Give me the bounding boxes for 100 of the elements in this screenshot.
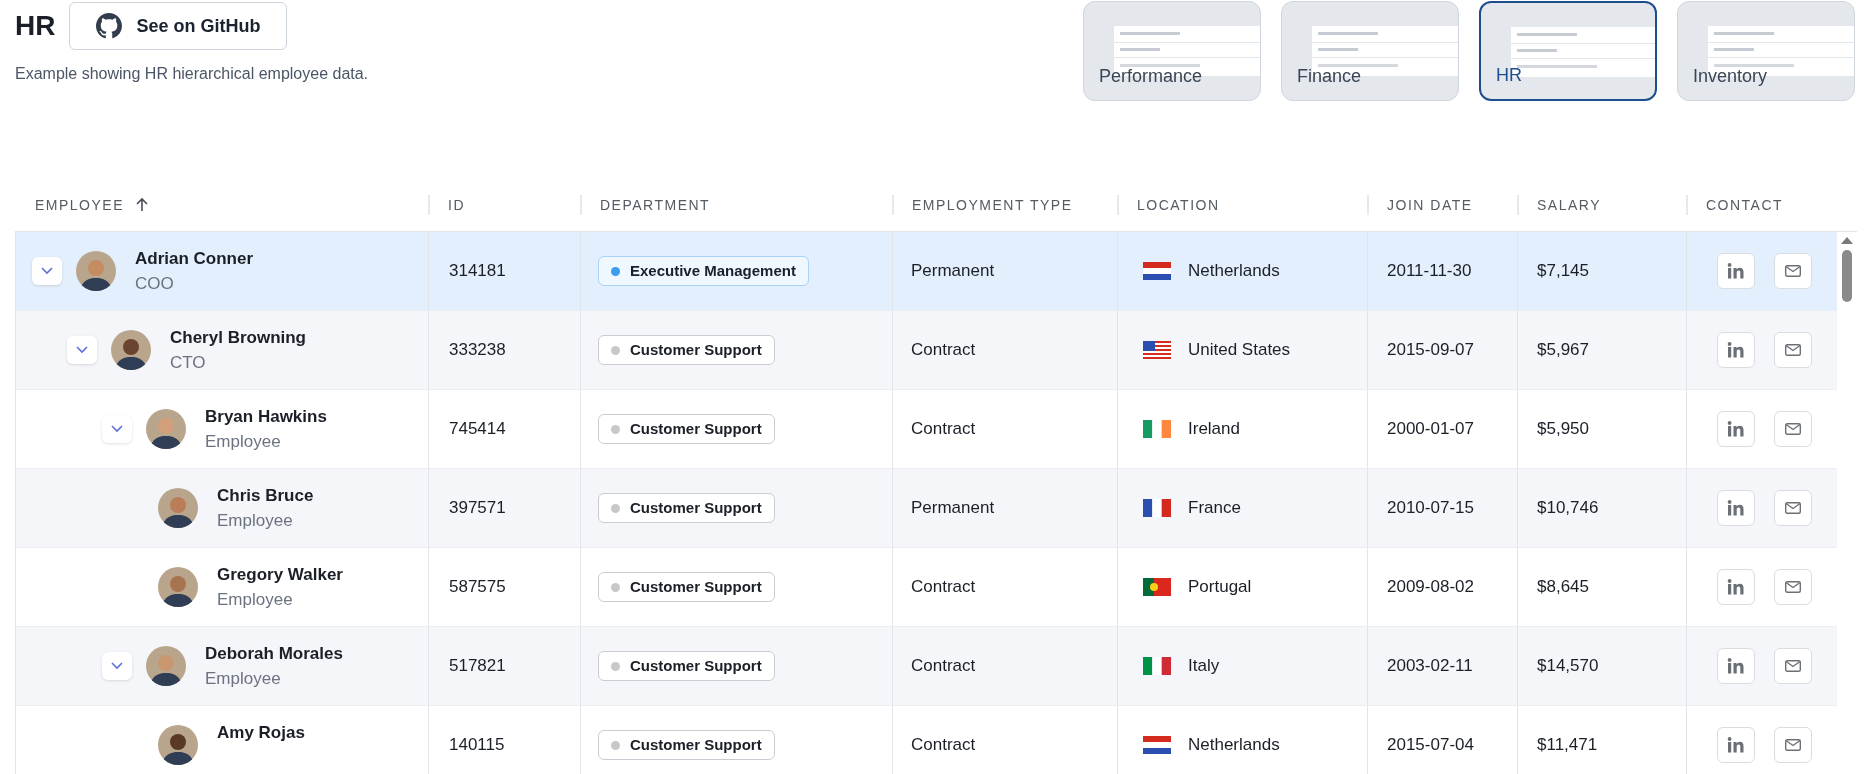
example-thumbnail[interactable]: Performance: [1083, 1, 1261, 101]
chevron-icon: [111, 662, 123, 670]
column-header[interactable]: EMPLOYMENT TYPE: [892, 194, 1073, 216]
avatar: [146, 409, 186, 449]
table-cell-text: Contract: [911, 576, 976, 599]
table-cell-text: Permanent: [911, 260, 995, 283]
table-cell-text: 2003-02-11: [1387, 655, 1473, 678]
linkedin-icon: [1727, 579, 1745, 595]
email-button[interactable]: [1774, 411, 1812, 447]
table-cell-text: 314181: [449, 260, 506, 283]
flag-icon: [1143, 578, 1171, 596]
avatar: [158, 567, 198, 607]
employee-name: Amy Rojas: [217, 722, 305, 744]
page-title: HR: [15, 9, 56, 43]
table-cell-text: 745414: [449, 418, 506, 441]
department-label: Customer Support: [630, 576, 762, 597]
country-name: Netherlands: [1188, 260, 1280, 283]
linkedin-button[interactable]: [1717, 411, 1755, 447]
linkedin-icon: [1727, 500, 1745, 516]
mail-icon: [1785, 423, 1801, 435]
employee-name: Cheryl Browning: [170, 327, 306, 349]
employee-name: Deborah Morales: [205, 643, 343, 665]
table-cell-text: 2000-01-07: [1387, 418, 1474, 441]
table-cell-text: 2011-11-30: [1387, 260, 1472, 283]
employee-role: Employee: [217, 510, 294, 532]
mail-icon: [1785, 660, 1801, 672]
linkedin-button[interactable]: [1717, 253, 1755, 289]
column-header[interactable]: DEPARTMENT: [580, 194, 711, 216]
department-label: Customer Support: [630, 339, 762, 360]
table-row[interactable]: Chris Bruce Employee 397571 Customer Support Permanent France 2010-07-15 $10,746: [16, 469, 1837, 548]
employee-role: CTO: [170, 352, 207, 374]
linkedin-button[interactable]: [1717, 727, 1755, 763]
mail-icon: [1785, 581, 1801, 593]
avatar: [76, 251, 116, 291]
avatar: [158, 725, 198, 765]
table-row[interactable]: Gregory Walker Employee 587575 Customer Support Contract Portugal 2009-08-02 $8,645: [16, 548, 1837, 627]
flag-icon: [1143, 499, 1171, 517]
country-name: France: [1188, 497, 1241, 520]
expand-toggle[interactable]: [102, 652, 132, 680]
table-cell-text: 397571: [449, 497, 506, 520]
chevron-icon: [76, 346, 88, 354]
column-header[interactable]: EMPLOYEE: [15, 194, 151, 216]
avatar: [111, 330, 151, 370]
column-header[interactable]: ID: [428, 194, 465, 216]
department-label: Customer Support: [630, 418, 762, 439]
example-thumbnail[interactable]: Inventory: [1677, 1, 1855, 101]
employee-role: Employee: [205, 431, 282, 453]
mail-icon: [1785, 265, 1801, 277]
column-header[interactable]: CONTACT: [1686, 194, 1784, 216]
table-cell-text: 2015-07-04: [1387, 734, 1474, 757]
expand-toggle[interactable]: [32, 257, 62, 285]
column-header[interactable]: LOCATION: [1117, 194, 1220, 216]
expand-toggle[interactable]: [102, 415, 132, 443]
example-thumbnail[interactable]: HR: [1479, 1, 1657, 101]
linkedin-button[interactable]: [1717, 569, 1755, 605]
column-header[interactable]: JOIN DATE: [1367, 194, 1473, 216]
chevron-icon: [111, 425, 123, 433]
email-button[interactable]: [1774, 648, 1812, 684]
linkedin-button[interactable]: [1717, 332, 1755, 368]
linkedin-icon: [1727, 658, 1745, 674]
column-header[interactable]: SALARY: [1517, 194, 1601, 216]
scrollbar-thumb[interactable]: [1842, 250, 1852, 302]
github-button[interactable]: See on GitHub: [69, 2, 288, 50]
table-cell-text: $5,950: [1537, 418, 1589, 441]
example-thumbnail[interactable]: Finance: [1281, 1, 1459, 101]
table-cell-text: 2010-07-15: [1387, 497, 1474, 520]
employee-role: Employee: [205, 668, 282, 690]
mail-icon: [1785, 739, 1801, 751]
table-cell-text: Contract: [911, 418, 976, 441]
employee-name: Gregory Walker: [217, 564, 343, 586]
table-row[interactable]: Adrian Conner COO 314181 Executive Management Permanent Netherlands 2011-11-30 $7,145: [16, 232, 1837, 311]
expand-toggle[interactable]: [67, 336, 97, 364]
page-description: Example showing HR hierarchical employee data.: [15, 64, 369, 84]
country-name: Ireland: [1188, 418, 1240, 441]
flag-icon: [1143, 736, 1171, 754]
table-row[interactable]: Cheryl Browning CTO 333238 Customer Support Contract United States 2015-09-07 $5,967: [16, 311, 1837, 390]
email-button[interactable]: [1774, 253, 1812, 289]
flag-icon: [1143, 420, 1171, 438]
table-cell-text: $5,967: [1537, 339, 1589, 362]
department-label: Customer Support: [630, 497, 762, 518]
linkedin-button[interactable]: [1717, 648, 1755, 684]
chevron-icon: [41, 267, 53, 275]
table-cell-text: 517821: [449, 655, 506, 678]
table-cell-text: $10,746: [1537, 497, 1599, 520]
avatar: [146, 646, 186, 686]
employee-role: Employee: [217, 589, 294, 611]
flag-icon: [1143, 341, 1171, 359]
country-name: Netherlands: [1188, 734, 1280, 757]
table-row[interactable]: Deborah Morales Employee 517821 Customer Support Contract Italy 2003-02-11 $14,570: [16, 627, 1837, 706]
email-button[interactable]: [1774, 332, 1812, 368]
email-button[interactable]: [1774, 490, 1812, 526]
avatar: [158, 488, 198, 528]
linkedin-button[interactable]: [1717, 490, 1755, 526]
department-label: Customer Support: [630, 655, 762, 676]
email-button[interactable]: [1774, 727, 1812, 763]
email-button[interactable]: [1774, 569, 1812, 605]
mail-icon: [1785, 344, 1801, 356]
scroll-up-icon[interactable]: [1841, 236, 1853, 244]
employee-role: COO: [135, 273, 175, 295]
table-row[interactable]: Bryan Hawkins Employee 745414 Customer Support Contract Ireland 2000-01-07 $5,950: [16, 390, 1837, 469]
